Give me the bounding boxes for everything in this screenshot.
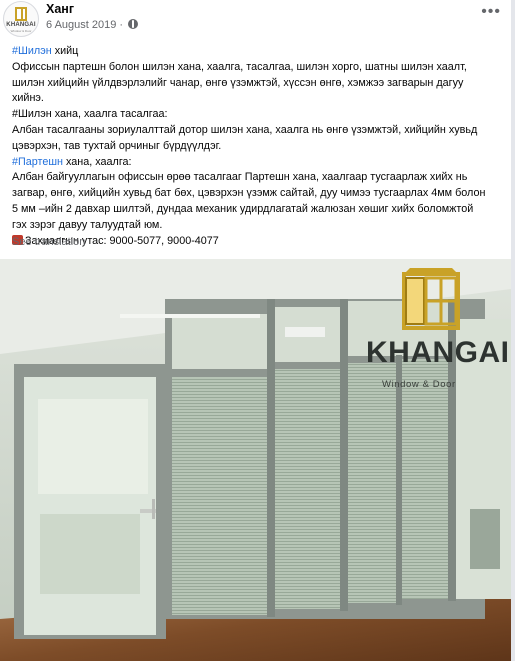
hashtag-link[interactable]: #Шилэн (12, 45, 52, 57)
text-line: гэх зэрэг давуу талуудтай юм. (12, 218, 163, 231)
text-line: Офиссын партешн болон шилэн хана, хаалга… (12, 60, 467, 73)
logo-icon (15, 7, 27, 21)
post-date[interactable]: 6 August 2019 (46, 19, 116, 31)
text-line: #Шилэн хана, хаалга тасалгаа: (12, 108, 168, 121)
avatar-subtitle: Window & Door (10, 29, 32, 33)
text-line: #Шилэн хийц (12, 45, 79, 57)
brand-logo: KHANGAI Window & Door (360, 266, 509, 396)
post-card: KHANGAI Window & Door Ханг 6 August 2019… (0, 0, 511, 661)
text-line: Захиалгын утас: 9000-5077, 9000-4077 (12, 234, 502, 250)
text-line: шилэн хийцийн үйлдвэрлэлийг чанар, өнгө … (12, 76, 464, 89)
globe-icon[interactable] (128, 19, 139, 29)
text-line: хийнэ. (12, 92, 44, 105)
text-line: цэвэрхэн, тав тухтай орчиныг бүрдүүлдэг. (12, 139, 222, 152)
avatar[interactable]: KHANGAI Window & Door (3, 1, 39, 37)
post-meta: 6 August 2019 · (46, 19, 139, 31)
text-line: Албан байгууллагын офиссын өрөө тасалгаа… (12, 171, 468, 184)
hashtag-link[interactable]: #Партешн (12, 156, 63, 168)
logo-brand-text: KHANGAI (366, 336, 510, 369)
logo-subtitle: Window & Door (382, 379, 456, 390)
text-line: 5 мм –ийн 2 давхар шилтэй, дундаа механи… (12, 202, 474, 215)
post-photo[interactable]: KHANGAI Window & Door (0, 259, 511, 661)
text-line: загвар, өнгө, хийцийн хувьд бат бөх, цэв… (12, 187, 486, 200)
post-text: #Шилэн хийц Офиссын партешн болон шилэн … (12, 44, 502, 249)
page-name[interactable]: Ханг (46, 2, 74, 16)
window-logo-icon (402, 268, 460, 330)
see-translation-link[interactable]: See translation (12, 236, 85, 248)
scrollbar[interactable] (511, 0, 515, 661)
text-line: #Партешн хана, хаалга: (12, 155, 132, 168)
more-options-icon[interactable]: ••• (481, 4, 501, 20)
avatar-brand: KHANGAI (6, 22, 36, 28)
post-header: KHANGAI Window & Door Ханг 6 August 2019… (0, 0, 511, 38)
text-line: Албан тасалгааны зориулалттай дотор шилэ… (12, 123, 478, 136)
